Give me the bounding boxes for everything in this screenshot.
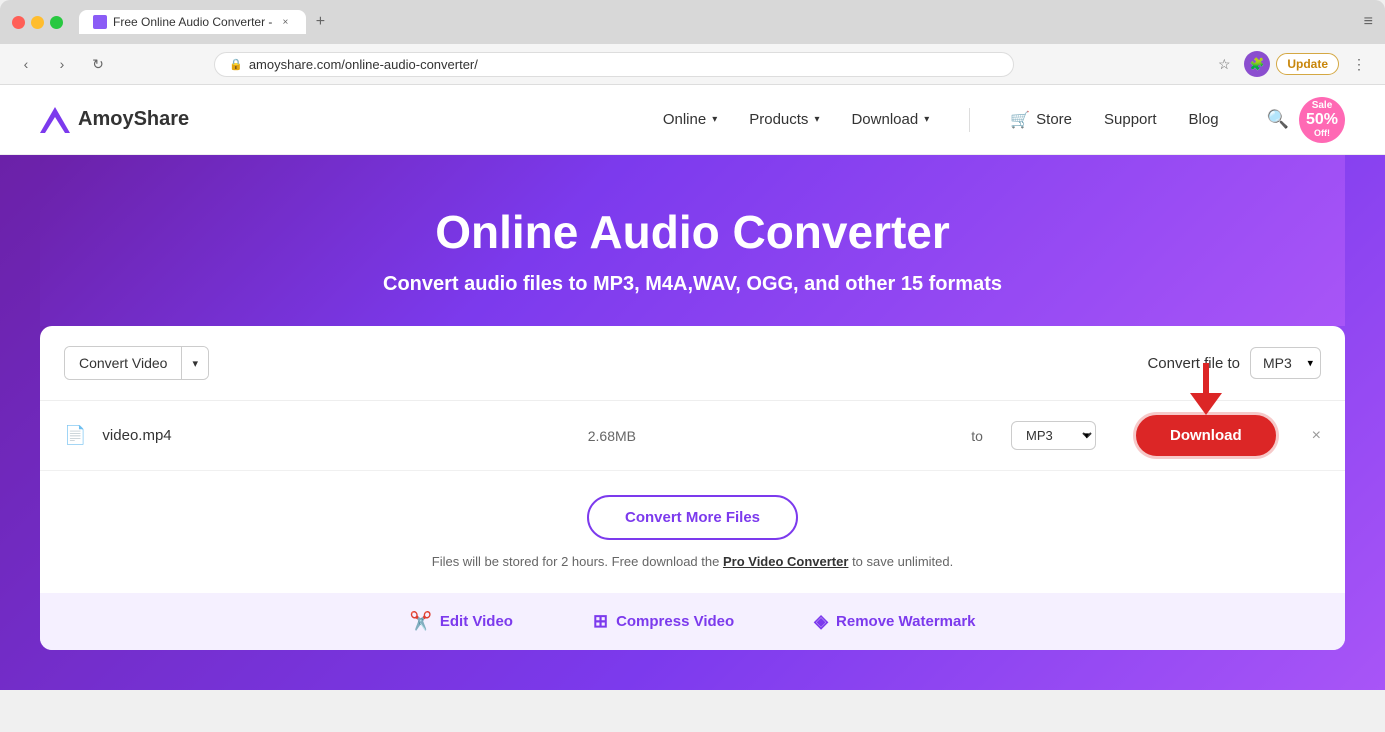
traffic-light-green[interactable] xyxy=(50,16,63,29)
convert-type-label: Convert Video xyxy=(65,347,181,379)
store-label: Store xyxy=(1036,111,1072,128)
browser-menu-btn[interactable]: ⋮ xyxy=(1345,50,1373,78)
download-area: Download xyxy=(1136,415,1276,456)
bookmark-btn[interactable]: ☆ xyxy=(1210,50,1238,78)
browser-titlebar: Free Online Audio Converter - × + ≡ xyxy=(0,0,1385,44)
logo-icon xyxy=(40,107,70,133)
compress-video-icon: ⊞ xyxy=(593,611,608,632)
nav-download[interactable]: Download ▾ xyxy=(851,111,929,128)
traffic-light-yellow[interactable] xyxy=(31,16,44,29)
sale-badge[interactable]: Sale 50% Off! xyxy=(1299,97,1345,143)
tool-compress-video[interactable]: ⊞ Compress Video xyxy=(593,611,734,632)
active-tab[interactable]: Free Online Audio Converter - × xyxy=(79,10,306,34)
arrow-head xyxy=(1190,393,1222,415)
nav-blog[interactable]: Blog xyxy=(1189,111,1219,128)
convert-type-button[interactable]: Convert Video ▾ xyxy=(64,346,209,380)
pro-converter-link[interactable]: Pro Video Converter xyxy=(723,554,848,569)
bottom-tools: ✂️ Edit Video ⊞ Compress Video ◈ Remove … xyxy=(40,593,1345,650)
url-bar[interactable]: 🔒 amoyshare.com/online-audio-converter/ xyxy=(214,52,1014,77)
file-row: 📄 video.mp4 2.68MB to MP3 M4A WAV OGG xyxy=(40,401,1345,471)
cart-icon: 🛒 xyxy=(1010,110,1030,130)
browser-chrome: Free Online Audio Converter - × + ≡ ‹ › … xyxy=(0,0,1385,85)
convert-more-section: Convert More Files Files will be stored … xyxy=(40,471,1345,593)
tool-remove-watermark[interactable]: ◈ Remove Watermark xyxy=(814,611,975,632)
tool-edit-video[interactable]: ✂️ Edit Video xyxy=(409,611,513,632)
search-icon[interactable]: 🔍 xyxy=(1267,109,1289,130)
download-chevron-icon: ▾ xyxy=(924,114,929,125)
tab-close-btn[interactable]: × xyxy=(278,15,292,29)
converter-toolbar: Convert Video ▾ Convert file to MP3 M4A … xyxy=(40,326,1345,401)
refresh-button[interactable]: ↻ xyxy=(84,50,112,78)
red-arrow-indicator xyxy=(1190,363,1222,415)
lock-icon: 🔒 xyxy=(229,58,243,71)
forward-button[interactable]: › xyxy=(48,50,76,78)
file-name: video.mp4 xyxy=(102,427,252,444)
converter-box: Convert Video ▾ Convert file to MP3 M4A … xyxy=(40,326,1345,650)
hero-subtitle: Convert audio files to MP3, M4A,WAV, OGG… xyxy=(80,273,1305,296)
browser-more-btn[interactable]: ≡ xyxy=(1364,13,1373,31)
back-button[interactable]: ‹ xyxy=(12,50,40,78)
nav-support[interactable]: Support xyxy=(1104,111,1157,128)
convert-file-to: Convert file to MP3 M4A WAV OGG xyxy=(1147,347,1321,379)
url-text: amoyshare.com/online-audio-converter/ xyxy=(249,57,478,72)
hero-title: Online Audio Converter xyxy=(80,205,1305,259)
format-select[interactable]: MP3 M4A WAV OGG xyxy=(1250,347,1321,379)
extensions-icon: 🧩 xyxy=(1250,57,1265,71)
edit-video-icon: ✂️ xyxy=(409,611,431,632)
nav-links: Online ▾ Products ▾ Download ▾ 🛒 Store S… xyxy=(663,108,1289,132)
remove-watermark-label: Remove Watermark xyxy=(836,613,976,630)
online-chevron-icon: ▾ xyxy=(712,114,717,125)
sale-percent: 50% xyxy=(1306,112,1338,128)
logo-text: AmoyShare xyxy=(78,108,189,131)
nav-online[interactable]: Online ▾ xyxy=(663,111,717,128)
traffic-light-red[interactable] xyxy=(12,16,25,29)
products-chevron-icon: ▾ xyxy=(814,114,819,125)
arrow-stem xyxy=(1203,363,1209,393)
edit-video-label: Edit Video xyxy=(440,613,513,630)
format-select-wrapper: MP3 M4A WAV OGG xyxy=(1250,347,1321,379)
file-format-wrapper: MP3 M4A WAV OGG xyxy=(1005,421,1096,450)
nav-products[interactable]: Products ▾ xyxy=(749,111,819,128)
file-to-label: to xyxy=(971,428,983,444)
nav-store[interactable]: 🛒 Store xyxy=(1010,110,1072,130)
traffic-lights xyxy=(12,16,63,29)
storage-note-prefix: Files will be stored for 2 hours. Free d… xyxy=(432,554,720,569)
file-icon: 📄 xyxy=(64,425,86,446)
address-bar: ‹ › ↻ 🔒 amoyshare.com/online-audio-conve… xyxy=(0,44,1385,85)
remove-watermark-icon: ◈ xyxy=(814,611,828,632)
download-button[interactable]: Download xyxy=(1136,415,1276,456)
tab-bar: Free Online Audio Converter - × + xyxy=(79,8,1356,36)
hero-section: Online Audio Converter Convert audio fil… xyxy=(40,155,1345,326)
logo[interactable]: AmoyShare xyxy=(40,107,189,133)
tab-favicon xyxy=(93,15,107,29)
new-tab-btn[interactable]: + xyxy=(306,8,334,36)
update-button[interactable]: Update xyxy=(1276,53,1339,75)
file-size: 2.68MB xyxy=(268,428,955,444)
file-remove-icon[interactable]: × xyxy=(1312,427,1321,445)
file-format-select[interactable]: MP3 M4A WAV OGG xyxy=(1011,421,1096,450)
converter-wrapper: Online Audio Converter Convert audio fil… xyxy=(0,155,1385,690)
convert-more-button[interactable]: Convert More Files xyxy=(587,495,798,540)
compress-video-label: Compress Video xyxy=(616,613,734,630)
nav-divider xyxy=(969,108,970,132)
main-nav: AmoyShare Online ▾ Products ▾ Download ▾… xyxy=(0,85,1385,155)
sale-off: Off! xyxy=(1314,128,1330,139)
website: AmoyShare Online ▾ Products ▾ Download ▾… xyxy=(0,85,1385,690)
tab-title: Free Online Audio Converter - xyxy=(113,15,272,29)
storage-note: Files will be stored for 2 hours. Free d… xyxy=(64,554,1321,569)
browser-actions: ☆ 🧩 Update ⋮ xyxy=(1210,50,1373,78)
extensions-btn[interactable]: 🧩 xyxy=(1244,51,1270,77)
convert-type-arrow-icon[interactable]: ▾ xyxy=(181,347,208,379)
storage-note-suffix: to save unlimited. xyxy=(852,554,953,569)
